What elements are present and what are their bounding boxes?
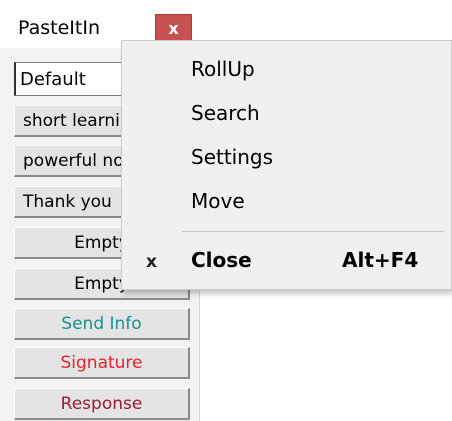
close-icon: x — [168, 19, 179, 38]
paste-button-label: Send Info — [61, 314, 142, 334]
screen: PasteItIn x Default short learning power… — [0, 0, 452, 421]
window-title: PasteItIn — [18, 17, 100, 39]
menu-item-search[interactable]: Search — [191, 101, 260, 125]
menu-item-move[interactable]: Move — [191, 189, 245, 213]
menu-separator — [182, 231, 444, 232]
send-info-button[interactable]: Send Info — [14, 308, 190, 340]
paste-button-label: Thank you — [23, 192, 112, 212]
system-context-menu: RollUp Search Settings Move x Close Alt+… — [121, 40, 452, 290]
paste-button-label: Response — [60, 394, 143, 414]
paste-button-label: Signature — [60, 353, 143, 373]
profile-select-value: Default — [20, 69, 86, 90]
response-button[interactable]: Response — [14, 388, 190, 420]
menu-item-rollup[interactable]: RollUp — [191, 57, 255, 81]
close-icon: x — [146, 252, 157, 272]
signature-button[interactable]: Signature — [14, 347, 190, 379]
close-button[interactable]: x — [155, 14, 192, 41]
menu-item-settings[interactable]: Settings — [191, 145, 273, 169]
menu-item-close-label: Close — [191, 248, 252, 272]
menu-item-close-shortcut: Alt+F4 — [342, 248, 419, 272]
